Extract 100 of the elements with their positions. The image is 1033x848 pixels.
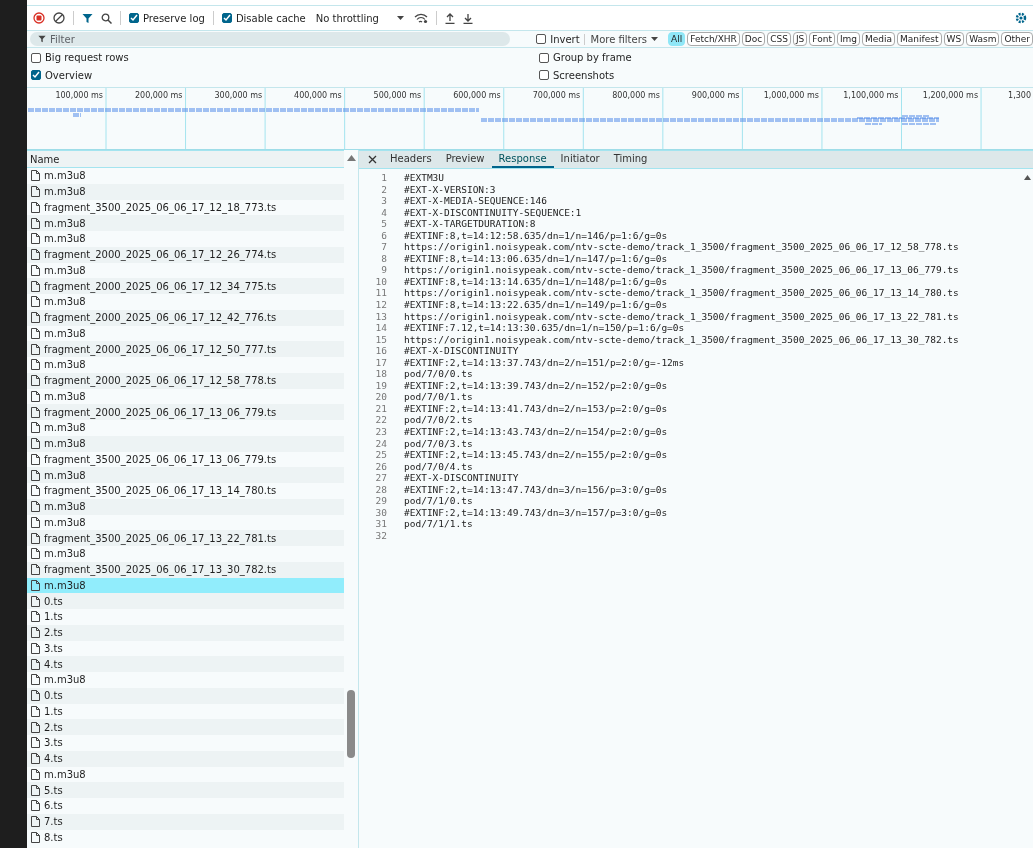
request-row[interactable]: 6.ts	[27, 798, 344, 814]
request-row[interactable]: m.m3u8	[27, 325, 344, 342]
type-filter-chip[interactable]: CSS	[767, 32, 791, 46]
stop-recording-icon[interactable]	[33, 12, 45, 24]
request-row[interactable]: m.m3u8	[27, 546, 344, 562]
checkbox[interactable]	[221, 13, 232, 23]
request-name: m.m3u8	[44, 390, 86, 402]
option-label: Overview	[45, 69, 93, 81]
tick-label: 700,000 ms	[532, 91, 581, 100]
code-line: pod/7/0/0.ts	[404, 368, 473, 380]
request-row[interactable]: m.m3u8	[27, 766, 344, 783]
request-row[interactable]: fragment_2000_2025_06_06_17_12_58_778.ts	[27, 372, 344, 389]
type-filter-chip[interactable]: Wasm	[966, 32, 1000, 46]
request-row[interactable]: 4.ts	[27, 656, 344, 672]
request-row[interactable]: m.m3u8	[27, 357, 344, 373]
type-filter-chip[interactable]: Other	[1001, 32, 1033, 46]
request-row[interactable]: 1.ts	[27, 703, 344, 720]
request-name: m.m3u8	[44, 264, 86, 276]
settings-icon[interactable]	[1015, 12, 1027, 24]
type-filter-chip[interactable]: All	[668, 32, 686, 46]
download-icon[interactable]	[462, 12, 473, 24]
checkbox[interactable]	[536, 34, 547, 44]
filter-icon[interactable]	[82, 12, 93, 24]
request-row[interactable]: 5.ts	[27, 782, 344, 798]
request-row[interactable]: 3.ts	[27, 640, 344, 657]
sort-ascending-icon[interactable]	[347, 155, 356, 161]
line-number: 2	[380, 183, 387, 196]
line-number: 11	[374, 287, 387, 299]
request-row[interactable]: fragment_3500_2025_06_06_17_12_18_773.ts	[27, 199, 344, 216]
request-row[interactable]: 2.ts	[27, 624, 344, 641]
request-row[interactable]: 1.ts	[27, 609, 344, 625]
checkbox[interactable]	[31, 70, 41, 80]
request-row[interactable]: fragment_2000_2025_06_06_17_12_42_776.ts	[27, 309, 344, 326]
scroll-up-icon[interactable]	[1024, 175, 1031, 180]
clear-icon[interactable]	[53, 12, 65, 24]
request-row[interactable]: fragment_2000_2025_06_06_17_12_34_775.ts	[27, 278, 344, 294]
details-tab[interactable]: Initiator	[553, 151, 607, 168]
file-icon	[31, 642, 40, 654]
checkbox[interactable]	[539, 52, 549, 63]
type-filter-chip[interactable]: Font	[809, 32, 835, 46]
request-row[interactable]: 8.ts	[27, 829, 344, 846]
file-icon	[31, 595, 40, 607]
request-name: 7.ts	[44, 816, 63, 828]
type-filter-chip[interactable]: Manifest	[897, 32, 942, 46]
file-icon	[31, 453, 40, 465]
request-row[interactable]: m.m3u8	[27, 294, 344, 310]
request-row[interactable]: m.m3u8	[27, 183, 344, 200]
type-filter-chip[interactable]: Media	[862, 32, 896, 46]
request-row[interactable]: m.m3u8	[27, 215, 344, 231]
request-row[interactable]: m.m3u8	[27, 262, 344, 279]
request-row[interactable]: m.m3u8	[27, 420, 344, 436]
type-filter-chip[interactable]: Img	[836, 32, 861, 46]
type-filter-chip[interactable]: Fetch/XHR	[687, 32, 740, 46]
request-row[interactable]: m.m3u8	[27, 498, 344, 515]
type-filter-chip[interactable]: Doc	[741, 32, 766, 46]
details-tab[interactable]: Preview	[438, 151, 492, 168]
request-row[interactable]: 7.ts	[27, 813, 344, 830]
type-filter-chip[interactable]: WS	[943, 32, 965, 46]
request-row[interactable]: m.m3u8	[27, 467, 344, 483]
file-icon	[31, 233, 40, 245]
column-header[interactable]: Name	[30, 153, 60, 165]
type-filter-chip[interactable]: JS	[792, 32, 808, 46]
request-row[interactable]: 0.ts	[27, 687, 344, 704]
request-row[interactable]: 2.ts	[27, 719, 344, 735]
scrollbar-thumb[interactable]	[347, 690, 355, 758]
line-number: 27	[374, 472, 387, 484]
network-conditions-icon[interactable]	[413, 12, 428, 24]
request-row[interactable]: m.m3u8	[27, 231, 344, 247]
details-tab[interactable]: Headers	[383, 151, 439, 168]
request-row[interactable]: 0.ts	[27, 593, 344, 609]
checkbox[interactable]	[129, 13, 139, 23]
request-row[interactable]: m.m3u8	[27, 168, 344, 184]
request-row[interactable]: m.m3u8	[27, 672, 344, 688]
search-icon[interactable]	[101, 12, 112, 24]
request-row[interactable]: m.m3u8	[27, 388, 344, 405]
file-icon	[31, 390, 40, 402]
request-row[interactable]: fragment_3500_2025_06_06_17_13_30_782.ts	[27, 561, 344, 578]
checkbox[interactable]	[539, 70, 549, 80]
line-number: 24	[374, 437, 387, 450]
request-row[interactable]: m.m3u8	[27, 514, 344, 531]
upload-icon[interactable]	[444, 12, 455, 24]
filter-field[interactable]: Filter	[30, 32, 510, 46]
request-row[interactable]: 3.ts	[27, 735, 344, 751]
code-line: https://origin1.noisypeak.com/ntv-scte-demo/track_1_3500/fragment_3500_2025_06_06_17_13_30_782.ts	[404, 333, 959, 346]
request-row[interactable]: fragment_3500_2025_06_06_17_13_06_779.ts	[27, 451, 344, 468]
request-row[interactable]: m.m3u8	[27, 435, 344, 452]
checkbox[interactable]	[31, 52, 41, 63]
tick-label: 600,000 ms	[453, 91, 501, 100]
details-tab[interactable]: Response	[491, 151, 554, 168]
more-filters-dropdown[interactable]: More filters	[583, 33, 665, 45]
request-row[interactable]: fragment_2000_2025_06_06_17_13_06_779.ts	[27, 404, 344, 420]
request-row[interactable]: fragment_2000_2025_06_06_17_12_26_774.ts	[27, 246, 344, 263]
throttling-dropdown[interactable]: No throttling	[313, 12, 406, 24]
details-tab[interactable]: Timing	[606, 151, 655, 168]
tick-label: 1,100,000 ms	[843, 91, 899, 100]
request-row[interactable]: 4.ts	[27, 750, 344, 767]
request-row[interactable]: fragment_3500_2025_06_06_17_13_22_781.ts	[27, 530, 344, 546]
request-row[interactable]: fragment_2000_2025_06_06_17_12_50_777.ts	[27, 341, 344, 357]
code-line: pod/7/1/0.ts	[404, 495, 473, 507]
request-row[interactable]: fragment_3500_2025_06_06_17_13_14_780.ts	[27, 483, 344, 499]
